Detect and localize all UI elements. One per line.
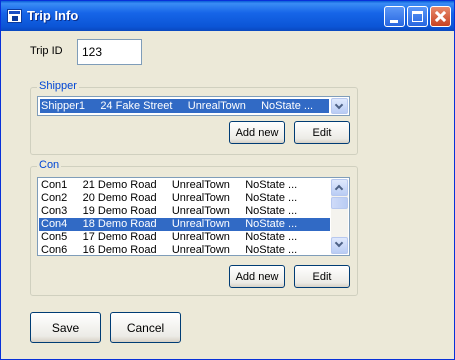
con-group: Con Con1 21 Demo Road UnrealTown NoState… [30, 159, 358, 296]
scroll-up-button[interactable] [331, 179, 348, 196]
con-list-item[interactable]: Con3 19 Demo Road UnrealTown NoState ... [39, 205, 330, 218]
scroll-down-button[interactable] [331, 237, 348, 254]
con-list-item[interactable]: Con4 18 Demo Road UnrealTown NoState ... [39, 218, 330, 231]
con-edit-button[interactable]: Edit [294, 265, 350, 288]
con-scrollbar[interactable] [331, 179, 348, 254]
shipper-selected-value: Shipper1 24 Fake Street UnrealTown NoSta… [40, 99, 329, 113]
maximize-icon [412, 11, 423, 22]
trip-info-window: Trip Info Trip ID Shipper Shipper1 24 Fa… [0, 0, 455, 360]
shipper-group-title: Shipper [37, 80, 79, 92]
maximize-button[interactable] [407, 6, 428, 27]
window-title: Trip Info [27, 8, 79, 23]
scroll-thumb[interactable] [331, 197, 348, 209]
dropdown-button[interactable] [331, 98, 348, 114]
shipper-add-new-button[interactable]: Add new [229, 121, 285, 144]
con-group-title: Con [37, 159, 62, 171]
shipper-group: Shipper Shipper1 24 Fake Street UnrealTo… [30, 80, 358, 155]
con-list-item[interactable]: Con1 21 Demo Road UnrealTown NoState ... [39, 179, 330, 192]
trip-id-label: Trip ID [30, 45, 63, 57]
title-bar[interactable]: Trip Info [1, 1, 454, 31]
con-list-item[interactable]: Con6 16 Demo Road UnrealTown NoState ... [39, 244, 330, 255]
close-icon [431, 7, 450, 26]
chevron-down-icon [334, 100, 344, 110]
app-icon[interactable] [7, 9, 22, 23]
save-button[interactable]: Save [30, 312, 101, 343]
con-listbox[interactable]: Con1 21 Demo Road UnrealTown NoState ...… [37, 177, 350, 256]
close-button[interactable] [430, 6, 451, 27]
chevron-down-icon [334, 238, 344, 248]
cancel-button[interactable]: Cancel [110, 312, 181, 343]
minimize-button[interactable] [384, 6, 405, 27]
chevron-up-icon [334, 184, 344, 194]
con-list-item[interactable]: Con2 20 Demo Road UnrealTown NoState ... [39, 192, 330, 205]
trip-id-input[interactable] [77, 39, 142, 65]
shipper-select[interactable]: Shipper1 24 Fake Street UnrealTown NoSta… [37, 96, 350, 116]
minimize-icon [390, 20, 398, 23]
shipper-edit-button[interactable]: Edit [294, 121, 350, 144]
con-list-item[interactable]: Con5 17 Demo Road UnrealTown NoState ... [39, 231, 330, 244]
con-add-new-button[interactable]: Add new [229, 265, 285, 288]
